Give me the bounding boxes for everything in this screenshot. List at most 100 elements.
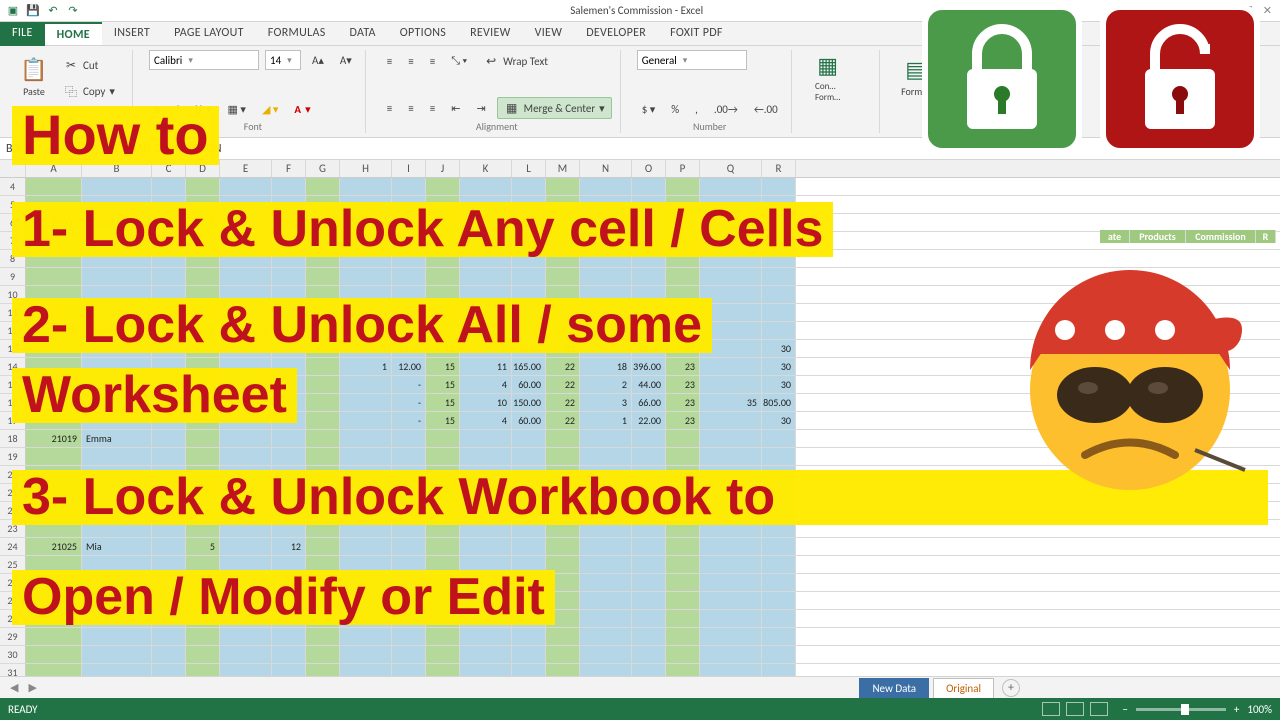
cell[interactable]: 3 — [580, 394, 632, 411]
cell[interactable] — [306, 448, 340, 465]
copy-button[interactable]: ⿻Copy ▾ — [58, 80, 120, 102]
cell[interactable] — [762, 430, 796, 447]
cell[interactable] — [762, 268, 796, 285]
cell[interactable]: 22 — [546, 358, 580, 375]
cell[interactable] — [700, 178, 762, 195]
table-row[interactable]: 4 — [0, 178, 1280, 196]
cell[interactable] — [152, 268, 186, 285]
cell[interactable] — [272, 646, 306, 663]
cell[interactable]: Emma — [82, 430, 152, 447]
undo-icon[interactable]: ↶ — [46, 4, 60, 18]
cell[interactable] — [306, 646, 340, 663]
cell[interactable] — [152, 430, 186, 447]
increase-decimal-button[interactable]: .00→ — [709, 100, 743, 119]
tab-foxit[interactable]: Foxit PDF — [658, 22, 735, 45]
conditional-formatting-button[interactable]: ▦ Con…Form… — [808, 50, 848, 104]
cell[interactable] — [26, 628, 82, 645]
cell[interactable] — [700, 628, 762, 645]
cell[interactable] — [426, 448, 460, 465]
cell[interactable] — [546, 448, 580, 465]
cell[interactable] — [580, 430, 632, 447]
cell[interactable] — [632, 178, 666, 195]
cell[interactable] — [512, 178, 546, 195]
col-H[interactable]: H — [340, 160, 392, 177]
cell[interactable] — [426, 628, 460, 645]
cell[interactable] — [632, 268, 666, 285]
cell[interactable]: 1 — [580, 412, 632, 429]
cell[interactable] — [392, 538, 426, 555]
cell[interactable] — [306, 376, 340, 393]
row-header[interactable]: 24 — [0, 538, 26, 555]
decrease-decimal-button[interactable]: ←.00 — [749, 100, 783, 119]
cell[interactable] — [392, 628, 426, 645]
cell[interactable]: 66.00 — [632, 394, 666, 411]
sheet-tab-new-data[interactable]: New Data — [859, 678, 929, 698]
cell[interactable] — [152, 178, 186, 195]
cell[interactable] — [666, 610, 700, 627]
font-name-select[interactable]: Calibri▾ — [149, 50, 259, 70]
comma-button[interactable]: , — [690, 100, 703, 119]
tab-page-layout[interactable]: PAGE LAYOUT — [162, 22, 256, 45]
cell[interactable] — [546, 646, 580, 663]
currency-button[interactable]: $ ▾ — [637, 100, 661, 119]
cell[interactable] — [700, 592, 762, 609]
cell[interactable] — [340, 412, 392, 429]
cell[interactable]: 23 — [666, 376, 700, 393]
font-size-select[interactable]: 14▾ — [265, 50, 301, 70]
cell[interactable] — [762, 178, 796, 195]
percent-button[interactable]: % — [666, 100, 684, 119]
zoom-out-icon[interactable]: − — [1122, 703, 1127, 716]
align-middle-button[interactable]: ≡ — [403, 52, 418, 71]
cell[interactable] — [666, 628, 700, 645]
cell[interactable] — [762, 574, 796, 591]
cell[interactable] — [392, 646, 426, 663]
cell[interactable] — [460, 538, 512, 555]
cell[interactable]: 44.00 — [632, 376, 666, 393]
tab-view[interactable]: VIEW — [523, 22, 575, 45]
increase-indent-button[interactable]: ⇥ — [471, 99, 490, 118]
col-M[interactable]: M — [546, 160, 580, 177]
close-icon[interactable]: ✕ — [1263, 4, 1272, 17]
cell[interactable] — [82, 268, 152, 285]
cell[interactable] — [512, 646, 546, 663]
cell[interactable] — [580, 556, 632, 573]
cell[interactable] — [632, 448, 666, 465]
cell[interactable]: 21025 — [26, 538, 82, 555]
cell[interactable] — [272, 178, 306, 195]
cell[interactable] — [666, 268, 700, 285]
cell[interactable]: 22 — [546, 376, 580, 393]
cell[interactable] — [666, 646, 700, 663]
row-header[interactable]: 29 — [0, 628, 26, 645]
cell[interactable] — [512, 430, 546, 447]
cell[interactable] — [700, 358, 762, 375]
cell[interactable] — [186, 646, 220, 663]
cell[interactable]: - — [392, 412, 426, 429]
cell[interactable] — [700, 610, 762, 627]
cell[interactable] — [546, 430, 580, 447]
row-header[interactable]: 18 — [0, 430, 26, 447]
cell[interactable] — [392, 178, 426, 195]
cell[interactable] — [700, 538, 762, 555]
cell[interactable] — [632, 628, 666, 645]
cell[interactable]: 15 — [426, 358, 460, 375]
cell[interactable] — [220, 430, 272, 447]
cell[interactable]: 21019 — [26, 430, 82, 447]
cell[interactable] — [580, 448, 632, 465]
font-color-button[interactable]: A ▾ — [289, 100, 315, 119]
col-J[interactable]: J — [426, 160, 460, 177]
cell[interactable] — [580, 178, 632, 195]
cell[interactable] — [700, 412, 762, 429]
cell[interactable] — [580, 646, 632, 663]
row-header[interactable]: 19 — [0, 448, 26, 465]
cell[interactable] — [186, 628, 220, 645]
cell[interactable] — [460, 268, 512, 285]
cell[interactable] — [762, 556, 796, 573]
cell[interactable] — [700, 376, 762, 393]
cell[interactable] — [632, 556, 666, 573]
cell[interactable] — [632, 592, 666, 609]
zoom-in-icon[interactable]: + — [1234, 703, 1239, 716]
cell[interactable] — [392, 268, 426, 285]
cell[interactable]: 5 — [186, 538, 220, 555]
page-break-view-button[interactable] — [1090, 702, 1108, 716]
page-layout-view-button[interactable] — [1066, 702, 1084, 716]
